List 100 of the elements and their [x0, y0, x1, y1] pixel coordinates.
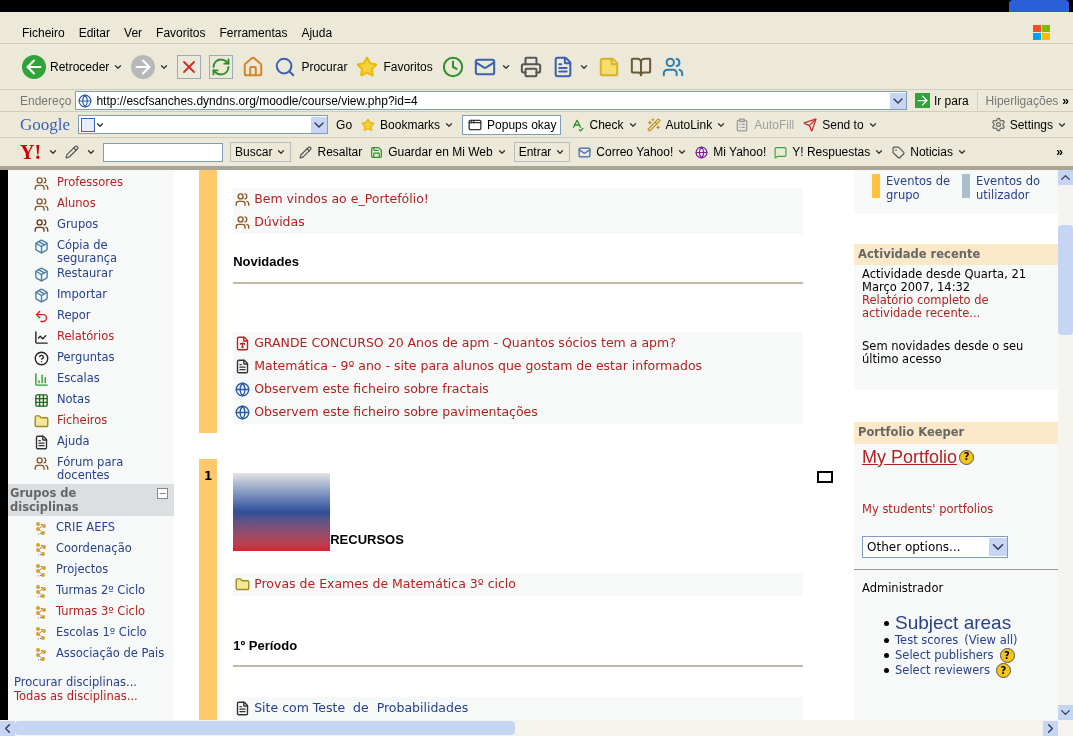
- toolbar-button[interactable]: Retroceder: [22, 51, 124, 82]
- network-icon: [33, 521, 48, 536]
- category-link[interactable]: Projectos: [55, 563, 109, 576]
- my-portfolio-link[interactable]: My Portfolio: [862, 443, 958, 471]
- admin-link[interactable]: Professores: [56, 176, 123, 189]
- admin-link[interactable]: Perguntas: [56, 351, 115, 364]
- toolbar-button[interactable]: Resaltar: [298, 143, 363, 161]
- network-icon: [33, 584, 48, 599]
- legend-label[interactable]: Eventos do utilizador: [976, 174, 1042, 202]
- toolbar-button[interactable]: Entrar: [513, 142, 571, 162]
- box-arrow-icon: [33, 267, 49, 282]
- links-label[interactable]: Hiperligações: [976, 91, 1059, 110]
- admin-link[interactable]: Ficheiros: [56, 414, 108, 427]
- admin-link[interactable]: Restaurar: [56, 267, 113, 280]
- admin-link[interactable]: Importar: [56, 288, 107, 301]
- pdf-document-icon: [235, 335, 251, 351]
- document-icon: [235, 701, 251, 716]
- google-logo: Google: [20, 113, 71, 136]
- go-button[interactable]: Ir para: [910, 91, 973, 110]
- admin-link[interactable]: Relatórios: [56, 330, 115, 343]
- chat-icon: [773, 144, 789, 160]
- toolbar-button[interactable]: Y! Respuestas: [773, 143, 885, 161]
- toolbar-button[interactable]: Popups okay: [462, 114, 562, 135]
- address-field[interactable]: http://escfsanches.dyndns.org/moodle/course/view.php?id=4: [75, 91, 907, 110]
- toolbar-button[interactable]: Procurar: [273, 51, 348, 82]
- admin-link[interactable]: Alunos: [56, 197, 96, 210]
- category-link[interactable]: Coordenação: [55, 542, 132, 555]
- courses-link[interactable]: Todas as disciplinas...: [13, 689, 171, 703]
- google-search-field[interactable]: [78, 115, 329, 134]
- menu-item[interactable]: Ficheiro: [22, 23, 65, 42]
- admin-link[interactable]: Cópia de segurança: [56, 239, 171, 265]
- globe-document-icon: [235, 381, 251, 397]
- admin-link[interactable]: Ajuda: [56, 435, 90, 448]
- scroll-right-icon[interactable]: [1043, 720, 1058, 736]
- more-chevron[interactable]: »: [1062, 91, 1069, 110]
- admin-list-link[interactable]: Test scores: [895, 633, 959, 648]
- network-icon: [33, 647, 48, 662]
- more-chevron[interactable]: »: [1056, 143, 1063, 161]
- scroll-thumb[interactable]: [15, 721, 515, 735]
- menu-item[interactable]: Favoritos: [156, 23, 206, 42]
- printer-icon: [518, 54, 543, 79]
- category-link[interactable]: Turmas 3º Ciclo: [55, 605, 146, 618]
- title-bar: [1009, 0, 1069, 12]
- admin-link[interactable]: Repor: [56, 309, 91, 322]
- collapse-button[interactable]: −: [157, 488, 169, 499]
- options-select[interactable]: Other options...: [862, 535, 1008, 558]
- toolbar-button[interactable]: Bookmarks: [360, 115, 455, 134]
- admin-list-link[interactable]: Select reviewers: [895, 663, 990, 678]
- go-button[interactable]: Go: [336, 115, 353, 134]
- bullet-icon: [884, 638, 889, 643]
- resource-link[interactable]: Dúvidas: [254, 213, 305, 232]
- toolbar-button[interactable]: Correo Yahoo!: [577, 143, 688, 161]
- toolbar-button[interactable]: Check: [569, 115, 638, 134]
- category-link[interactable]: CRIE AEFS: [55, 521, 116, 534]
- menu-item[interactable]: Ferramentas: [219, 23, 288, 42]
- toolbar-button[interactable]: Mi Yahoo!: [694, 143, 767, 161]
- toolbar-button[interactable]: Favoritos: [355, 51, 433, 82]
- arrow-right-icon: [914, 93, 930, 108]
- admin-list-link[interactable]: Select publishers: [895, 648, 994, 663]
- courses-link[interactable]: Procurar disciplinas...: [13, 675, 171, 689]
- toolbar-button[interactable]: Noticias: [891, 143, 967, 161]
- category-link[interactable]: Escolas 1º Ciclo: [55, 626, 147, 639]
- category-link[interactable]: Associação de Pais: [55, 647, 165, 660]
- toolbar-button[interactable]: Send to: [802, 115, 878, 134]
- scroll-thumb[interactable]: [1058, 225, 1073, 335]
- grid-icon: [33, 393, 49, 408]
- toolbar-button[interactable]: Guardar en Mi Web: [369, 143, 507, 161]
- bullet-icon: [884, 620, 889, 626]
- help-icon[interactable]: ?: [959, 449, 975, 465]
- scroll-left-icon[interactable]: [0, 720, 15, 736]
- page-icon: [78, 93, 93, 108]
- document-icon: [33, 435, 49, 450]
- box-arrow-icon: [33, 288, 49, 303]
- horizontal-scrollbar[interactable]: [0, 720, 1073, 736]
- folder-icon: [33, 414, 49, 429]
- admin-link[interactable]: Fórum para docentes: [56, 456, 171, 482]
- admin-link[interactable]: Notas: [56, 393, 91, 406]
- yahoo-search-field[interactable]: [103, 142, 224, 162]
- admin-list-link[interactable]: Subject areas: [895, 613, 1012, 633]
- highlight-square-icon[interactable]: [817, 470, 834, 483]
- help-icon[interactable]: ?: [999, 648, 1015, 663]
- pencil-icon[interactable]: [65, 145, 80, 159]
- search-button[interactable]: Buscar: [230, 142, 292, 162]
- menu-item[interactable]: Ajuda: [301, 23, 333, 42]
- menu-item[interactable]: Editar: [78, 23, 111, 42]
- category-link[interactable]: Turmas 2º Ciclo: [55, 584, 146, 597]
- students-portfolios-link[interactable]: My students' portfolios: [854, 500, 1058, 518]
- menu-item[interactable]: Ver: [124, 23, 143, 42]
- scroll-down-icon[interactable]: [1058, 705, 1073, 720]
- forum-icon: [33, 176, 49, 191]
- admin-link[interactable]: Escalas: [56, 372, 100, 385]
- view-all-link[interactable]: (View all): [964, 633, 1018, 648]
- scroll-up-icon[interactable]: [1058, 170, 1073, 185]
- admin-link[interactable]: Grupos: [56, 218, 99, 231]
- legend-label[interactable]: Eventos de grupo: [886, 174, 952, 202]
- settings-button[interactable]: Settings: [990, 115, 1067, 134]
- people-icon: [33, 218, 49, 233]
- toolbar-button[interactable]: AutoLink: [645, 115, 727, 134]
- help-icon[interactable]: ?: [995, 663, 1011, 678]
- activity-report-link[interactable]: Relatório completo de actividade recente...: [862, 294, 1050, 321]
